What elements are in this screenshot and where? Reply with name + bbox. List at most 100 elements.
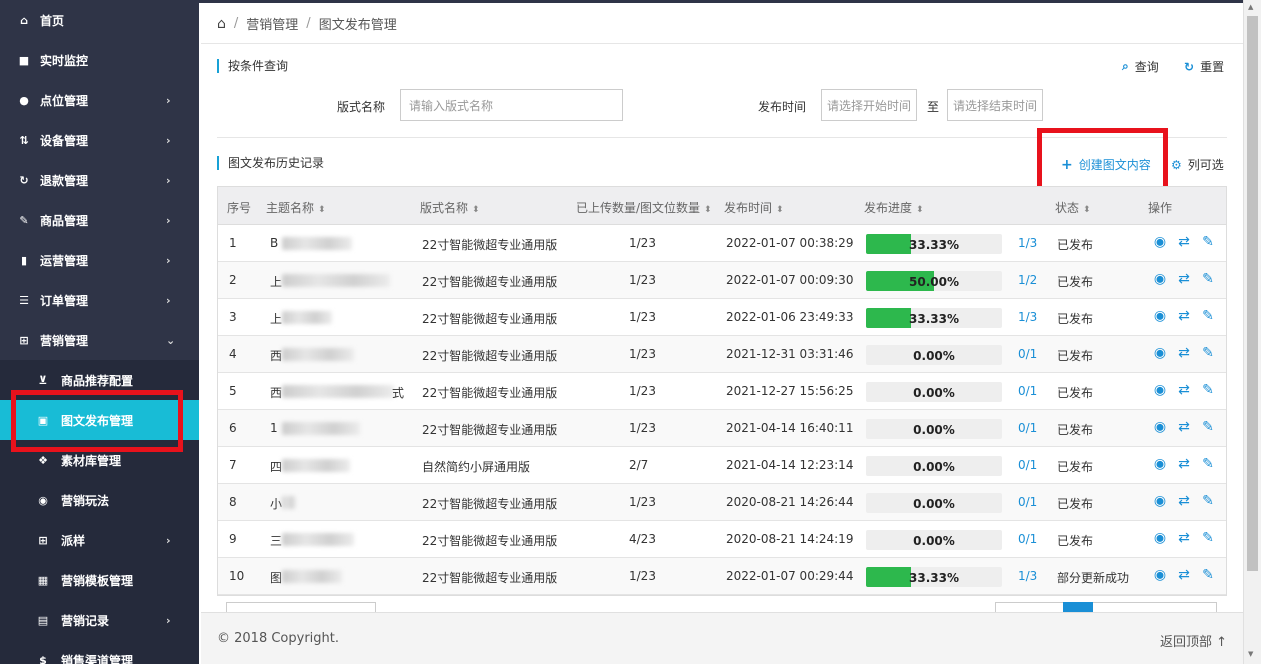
sidebar-subitem-6[interactable]: ▤ 营销记录 › [0,600,199,640]
republish-icon[interactable]: ⇄ [1176,271,1192,287]
edit-icon: ✎ [19,213,29,227]
back-to-top-link[interactable]: 返回顶部 ↑ [1160,631,1227,650]
scroll-up-icon[interactable]: ▲ [1248,3,1253,11]
table-row[interactable]: 10 图 22寸智能微超专业通用版 1/23 2022-01-07 00:29:44 33… [218,558,1226,595]
table-row[interactable]: 5 西 式 22寸智能微超专业通用版 1/23 2021-12-27 15:56:25 0.… [218,373,1226,410]
home-icon[interactable]: ⌂ [217,16,226,32]
republish-icon[interactable]: ⇄ [1176,419,1192,435]
eye-icon[interactable]: ◉ [1152,567,1168,583]
progress-fraction-link[interactable]: 1/3 [1018,310,1037,324]
republish-icon[interactable]: ⇄ [1176,456,1192,472]
progress-fraction-link[interactable]: 0/1 [1018,347,1037,361]
theme-name: 三 [270,534,283,548]
publish-progress-bar: 0.00% [866,419,1002,439]
pencil-icon[interactable]: ✎ [1200,419,1216,435]
republish-icon[interactable]: ⇄ [1176,530,1192,546]
publish-time: 2022-01-07 00:29:44 [726,569,854,583]
sidebar-item-4[interactable]: ↻ 退款管理 › [0,160,199,200]
eye-icon[interactable]: ◉ [1152,456,1168,472]
bookmark-icon: ▮ [20,253,28,267]
table-row[interactable]: 6 1 22寸智能微超专业通用版 1/23 2021-04-14 16:40:11 0.0… [218,410,1226,447]
row-actions: ◉ ⇄ ✎ [1152,382,1216,398]
progress-fraction-link[interactable]: 0/1 [1018,384,1037,398]
gift-icon: ⊞ [19,333,29,347]
eye-icon[interactable]: ◉ [1152,234,1168,250]
sidebar-subitem-4[interactable]: ⊞ 派样 › [0,520,199,560]
progress-fraction-link[interactable]: 0/1 [1018,421,1037,435]
column-header-2[interactable]: 版式名称 ⬍ [420,199,480,216]
eye-icon[interactable]: ◉ [1152,382,1168,398]
sidebar-item-1[interactable]: ■ 实时监控 [0,40,199,80]
sidebar-subitem-7[interactable]: $ 销售渠道管理 [0,640,199,664]
progress-fraction-link[interactable]: 1/3 [1018,569,1037,583]
upload-count: 1/23 [629,310,656,324]
table-row[interactable]: 4 西 22寸智能微超专业通用版 1/23 2021-12-31 03:31:46 0.0… [218,336,1226,373]
table-row[interactable]: 2 上 22寸智能微超专业通用版 1/23 2022-01-07 00:09:30 50.… [218,262,1226,299]
pencil-icon[interactable]: ✎ [1200,271,1216,287]
sidebar-item-7[interactable]: ☰ 订单管理 › [0,280,199,320]
republish-icon[interactable]: ⇄ [1176,234,1192,250]
republish-icon[interactable]: ⇄ [1176,567,1192,583]
pencil-icon[interactable]: ✎ [1200,456,1216,472]
sidebar-item-5[interactable]: ✎ 商品管理 › [0,200,199,240]
breadcrumb-marketing[interactable]: 营销管理 [246,14,298,33]
chevron-icon: › [166,133,171,147]
sidebar-item-8[interactable]: ⊞ 营销管理 ⌄ [0,320,199,360]
scrollbar-thumb[interactable] [1247,16,1258,571]
progress-fraction-link[interactable]: 0/1 [1018,458,1037,472]
scroll-down-icon[interactable]: ▼ [1248,650,1253,658]
pencil-icon[interactable]: ✎ [1200,567,1216,583]
end-time-input[interactable]: 请选择结束时间 [947,89,1043,121]
progress-fraction-link[interactable]: 0/1 [1018,532,1037,546]
pencil-icon[interactable]: ✎ [1200,382,1216,398]
pencil-icon[interactable]: ✎ [1200,345,1216,361]
layout-name: 22寸智能微超专业通用版 [422,349,558,363]
progress-fraction-link[interactable]: 1/3 [1018,236,1037,250]
republish-icon[interactable]: ⇄ [1176,382,1192,398]
republish-icon[interactable]: ⇄ [1176,345,1192,361]
table-row[interactable]: 7 四 自然简约小屏通用版 2/7 2021-04-14 12:23:14 0.00% 0/… [218,447,1226,484]
search-button[interactable]: ⌕ 查询 [1122,58,1159,75]
eye-icon[interactable]: ◉ [1152,419,1168,435]
history-section-title: 图文发布历史记录 [217,156,324,170]
eye-icon[interactable]: ◉ [1152,493,1168,509]
progress-fraction-link[interactable]: 0/1 [1018,495,1037,509]
table-header: 序号 主题名称 ⬍ 版式名称 ⬍ 已上传数量/图文位数量 ⬍ 发布时间 ⬍ 发布进度 ⬍ 状态 ⬍ 操作 [218,187,1226,225]
progress-fraction-link[interactable]: 1/2 [1018,273,1037,287]
publish-time: 2021-12-27 15:56:25 [726,384,854,398]
start-time-input[interactable]: 请选择开始时间 [821,89,917,121]
pencil-icon[interactable]: ✎ [1200,308,1216,324]
republish-icon[interactable]: ⇄ [1176,493,1192,509]
column-header-6[interactable]: 状态 ⬍ [1055,199,1091,216]
pencil-icon[interactable]: ✎ [1200,234,1216,250]
sidebar-item-6[interactable]: ▮ 运营管理 › [0,240,199,280]
sort-icon: ⬍ [704,205,712,215]
sidebar-subitem-3[interactable]: ◉ 营销玩法 [0,480,199,520]
table-row[interactable]: 9 三 22寸智能微超专业通用版 4/23 2020-08-21 14:24:19 0.0… [218,521,1226,558]
column-header-4[interactable]: 发布时间 ⬍ [724,199,784,216]
eye-icon[interactable]: ◉ [1152,345,1168,361]
sidebar-subitem-5[interactable]: ▦ 营销模板管理 [0,560,199,600]
republish-icon[interactable]: ⇄ [1176,308,1192,324]
vertical-scrollbar[interactable]: ▲ ▼ [1243,0,1261,664]
eye-icon[interactable]: ◉ [1152,530,1168,546]
sidebar-item-2[interactable]: ● 点位管理 › [0,80,199,120]
reset-button[interactable]: ↻ 重置 [1184,58,1224,75]
row-actions: ◉ ⇄ ✎ [1152,234,1216,250]
column-select-button[interactable]: ⚙ 列可选 [1171,156,1224,173]
publish-progress-bar: 33.33% [866,308,1002,328]
sidebar-item-label: 点位管理 [40,93,89,108]
column-header-3[interactable]: 已上传数量/图文位数量 ⬍ [576,199,712,216]
eye-icon[interactable]: ◉ [1152,271,1168,287]
column-header-5[interactable]: 发布进度 ⬍ [864,199,924,216]
eye-icon[interactable]: ◉ [1152,308,1168,324]
pencil-icon[interactable]: ✎ [1200,530,1216,546]
layout-name-input[interactable]: 请输入版式名称 [400,89,623,121]
table-row[interactable]: 3 上 22寸智能微超专业通用版 1/23 2022-01-06 23:49:33 33.… [218,299,1226,336]
pencil-icon[interactable]: ✎ [1200,493,1216,509]
table-row[interactable]: 1 B 22寸智能微超专业通用版 1/23 2022-01-07 00:38:29 33.… [218,225,1226,262]
sidebar-item-3[interactable]: ⇅ 设备管理 › [0,120,199,160]
column-header-1[interactable]: 主题名称 ⬍ [266,199,326,216]
sidebar-item-0[interactable]: ⌂ 首页 [0,0,199,40]
table-row[interactable]: 8 小 22寸智能微超专业通用版 1/23 2020-08-21 14:26:44 0.0… [218,484,1226,521]
